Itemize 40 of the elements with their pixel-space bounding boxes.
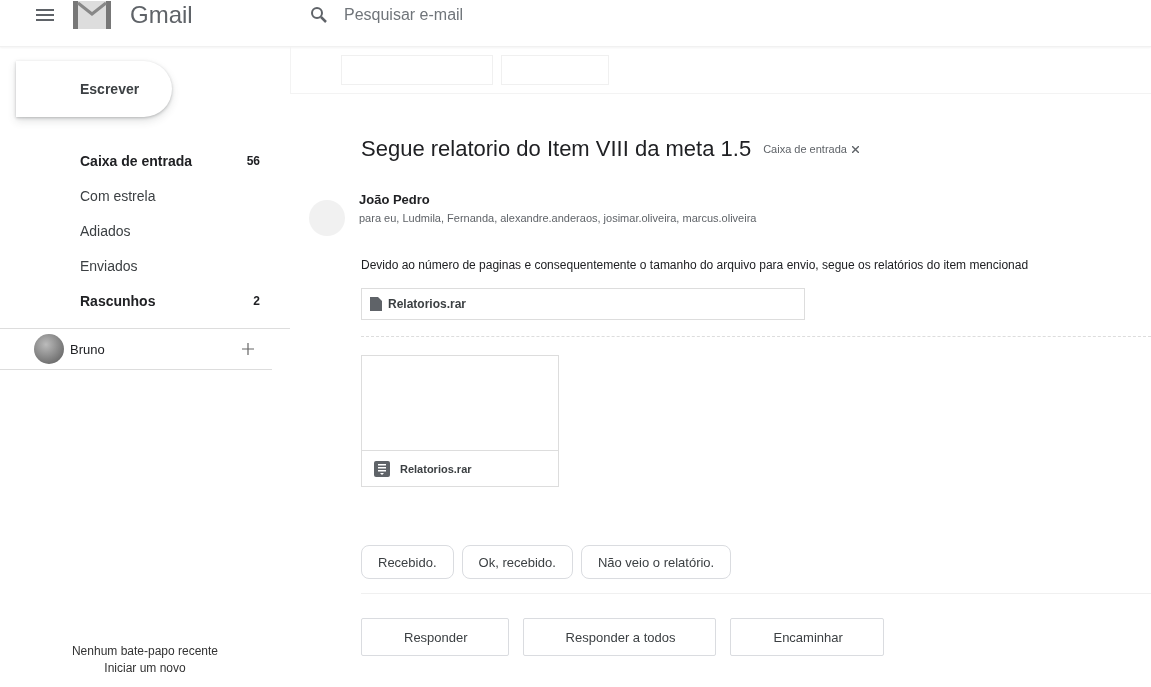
avatar [34,334,64,364]
recipients: para eu, Ludmila, Fernanda, alexandre.anderaos, josimar.oliveira, marcus.oliveira [359,212,757,224]
search-field[interactable]: Pesquisar e-mail [342,5,846,25]
unread-count: 56 [246,153,260,168]
nav-label: Com estrela [80,187,156,204]
plus-icon[interactable] [242,343,254,355]
attachment-name: Relatorios.rar [400,462,472,475]
attachment-link[interactable]: Relatorios.rar [361,288,805,320]
action-button[interactable]: Encaminhar [730,618,884,656]
email-body: Devido ao número de paginas e consequentemente o tamanho do arquivo para envio, segue os relatórios do item mencionad [361,258,1030,272]
smart-reply-button[interactable]: Recebido. [361,545,454,579]
menu-icon[interactable] [36,9,54,21]
sender-name: João Pedro [359,192,431,207]
file-icon [370,297,382,311]
nav-item[interactable]: Adiados [0,213,290,248]
nav-label: Caixa de entrada [80,152,193,169]
nav-label: Adiados [80,222,131,239]
nav-label: Enviados [80,257,138,274]
close-icon[interactable] [851,145,859,153]
attachment-card[interactable]: Relatorios.rar [361,355,559,487]
nav-item[interactable]: Enviados [0,248,290,283]
user-name: Bruno [70,341,105,357]
nav-item[interactable]: Rascunhos 2 [0,283,290,318]
compose-button[interactable]: Escrever [16,61,172,117]
nav-label: Rascunhos [80,292,156,309]
nav-item[interactable]: Caixa de entrada 56 [0,143,290,178]
envelope-logo-icon [72,0,112,30]
archive-icon [374,460,390,477]
start-chat-link[interactable]: Iniciar um novo [104,660,186,677]
label-chip[interactable]: Caixa de entrada [763,143,847,155]
smart-reply-button[interactable]: Ok, recebido. [461,545,573,579]
action-button[interactable]: Responder a todos [522,618,717,656]
action-button[interactable]: Responder [361,618,509,656]
email-subject: Segue relatorio do Item VIII da meta 1.5 [361,136,752,162]
search-icon[interactable] [310,6,328,24]
nav-item[interactable]: Com estrela [0,178,290,213]
empty-chat-text: Nenhum bate-papo recente [71,643,219,660]
unread-count: 2 [253,293,260,308]
smart-reply-button[interactable]: Não veio o relatório. [580,545,732,579]
app-name: Gmail [130,1,193,29]
